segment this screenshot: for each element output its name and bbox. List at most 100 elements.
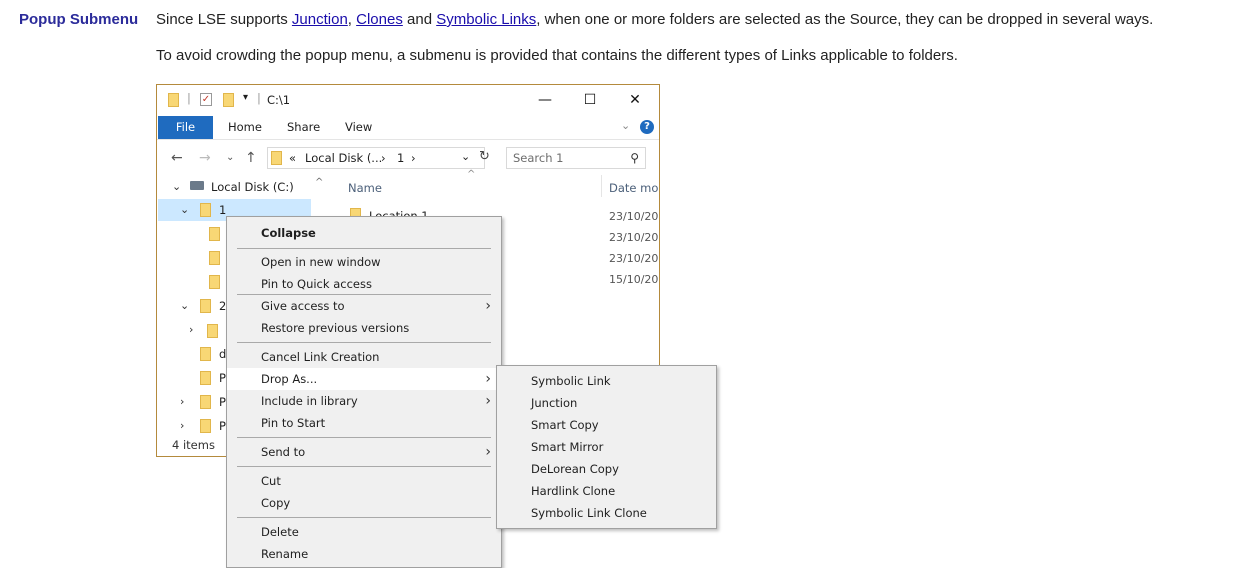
menu-item-collapse[interactable]: Collapse — [227, 222, 501, 244]
search-icon[interactable]: ⚲ — [630, 148, 639, 168]
back-arrow-icon[interactable]: ← — [171, 147, 183, 169]
menu-separator — [237, 342, 491, 343]
search-placeholder: Search 1 — [513, 151, 564, 165]
drop-as-submenu: Symbolic Link Junction Smart Copy Smart … — [496, 365, 717, 529]
menu-separator — [237, 466, 491, 467]
menu-separator — [237, 437, 491, 438]
paragraph-2: To avoid crowding the popup menu, a subm… — [156, 47, 958, 64]
address-dropdown-icon[interactable]: ⌄ — [461, 150, 470, 163]
minimize-button[interactable]: — — [525, 85, 565, 115]
breadcrumb-1[interactable]: 1 — [397, 151, 404, 165]
scroll-up-icon[interactable]: ^ — [315, 177, 323, 188]
folder-icon — [200, 395, 211, 409]
context-menu: Collapse Open in new window Pin to Quick… — [226, 216, 502, 568]
customize-dropdown-icon[interactable]: ▾ — [243, 92, 248, 103]
tree-item-local-disk[interactable]: Local Disk (C:) — [211, 180, 294, 194]
menu-item-label: Give access to — [261, 299, 345, 313]
up-arrow-icon[interactable]: ↑ — [245, 147, 257, 169]
submenu-item-delorean-copy[interactable]: DeLorean Copy — [497, 458, 716, 480]
address-bar[interactable]: « Local Disk (... › 1 › ⌄ — [267, 147, 485, 169]
window-title: C:\1 — [267, 93, 291, 107]
file-date: 23/10/201 — [609, 231, 659, 244]
folder-icon — [200, 299, 211, 313]
folder-icon — [168, 93, 179, 107]
new-folder-icon[interactable] — [223, 93, 234, 107]
maximize-button[interactable]: ☐ — [570, 85, 610, 115]
folder-icon — [200, 371, 211, 385]
chevron-down-icon[interactable]: ⌄ — [180, 299, 189, 312]
section-heading: Popup Submenu — [19, 11, 139, 28]
menu-item-pin-to-start[interactable]: Pin to Start — [227, 412, 501, 434]
tree-item-1[interactable]: 1 — [219, 203, 226, 217]
menu-item-delete[interactable]: Delete — [227, 521, 501, 543]
tree-item-p1[interactable]: P — [219, 371, 226, 385]
menu-separator — [237, 517, 491, 518]
divider: | — [257, 91, 261, 105]
menu-item-cut[interactable]: Cut — [227, 470, 501, 492]
chevron-right-icon: › — [485, 393, 491, 409]
sort-indicator-icon: ^ — [467, 169, 476, 180]
submenu-item-junction[interactable]: Junction — [497, 392, 716, 414]
search-input[interactable]: Search 1 ⚲ — [506, 147, 646, 169]
menu-item-pin-quick-access[interactable]: Pin to Quick access — [227, 273, 501, 295]
menu-item-cancel-link-creation[interactable]: Cancel Link Creation — [227, 346, 501, 368]
menu-item-give-access[interactable]: Give access to › — [227, 295, 501, 317]
tab-home[interactable]: Home — [228, 116, 262, 139]
refresh-icon[interactable]: ↻ — [479, 149, 490, 164]
forward-arrow-icon[interactable]: → — [199, 147, 211, 169]
menu-item-rename[interactable]: Rename — [227, 543, 501, 565]
folder-icon — [200, 419, 211, 433]
tree-item-p3[interactable]: P — [219, 419, 226, 433]
menu-item-include-library[interactable]: Include in library › — [227, 390, 501, 412]
menu-item-restore-versions[interactable]: Restore previous versions — [227, 317, 501, 339]
folder-icon — [209, 227, 220, 241]
menu-item-copy[interactable]: Copy — [227, 492, 501, 514]
submenu-item-symbolic-link[interactable]: Symbolic Link — [497, 370, 716, 392]
and-text: and — [402, 11, 437, 28]
recent-dropdown-icon[interactable]: ⌄ — [226, 147, 234, 169]
submenu-item-smart-mirror[interactable]: Smart Mirror — [497, 436, 716, 458]
symbolic-links-link[interactable]: Symbolic Links — [436, 11, 536, 28]
column-header-name[interactable]: Name — [348, 181, 382, 195]
help-icon[interactable]: ? — [640, 120, 654, 134]
folder-icon — [271, 151, 282, 165]
properties-icon[interactable]: ✓ — [200, 93, 212, 106]
chevron-right-icon[interactable]: › — [180, 419, 184, 432]
chevron-right-icon: › — [485, 444, 491, 460]
file-date: 23/10/201 — [609, 210, 659, 223]
breadcrumb-local-disk[interactable]: Local Disk (... — [305, 151, 382, 165]
close-button[interactable]: ✕ — [615, 85, 655, 115]
chevron-down-icon[interactable]: ⌄ — [172, 180, 181, 193]
menu-item-send-to[interactable]: Send to › — [227, 441, 501, 463]
file-date: 23/10/201 — [609, 252, 659, 265]
submenu-item-hardlink-clone[interactable]: Hardlink Clone — [497, 480, 716, 502]
tab-file[interactable]: File — [158, 116, 213, 139]
chevron-right-icon[interactable]: › — [189, 323, 193, 336]
menu-item-label: Include in library — [261, 394, 358, 408]
tree-item-p2[interactable]: P — [219, 395, 226, 409]
breadcrumb-separator[interactable]: › — [411, 151, 416, 165]
clones-link[interactable]: Clones — [356, 11, 403, 28]
comma-text: , — [347, 11, 357, 28]
link-folder-icon — [207, 324, 218, 338]
menu-item-drop-as[interactable]: Drop As... › — [227, 368, 501, 390]
chevron-down-icon[interactable]: ⌄ — [180, 203, 189, 216]
menu-item-open-new-window[interactable]: Open in new window — [227, 251, 501, 273]
status-item-count: 4 items — [172, 438, 215, 452]
tab-share[interactable]: Share — [287, 116, 320, 139]
junction-link[interactable]: Junction — [292, 11, 348, 28]
column-header-date[interactable]: Date moc — [609, 181, 659, 195]
chevron-right-icon: › — [485, 298, 491, 314]
expand-ribbon-icon[interactable]: ⌄ — [621, 119, 630, 132]
column-divider[interactable] — [601, 175, 602, 197]
breadcrumb-separator[interactable]: › — [381, 151, 386, 165]
overflow-icon[interactable]: « — [289, 151, 296, 165]
paragraph-1-tail: , when one or more folders are selected … — [536, 11, 1154, 28]
submenu-item-symbolic-link-clone[interactable]: Symbolic Link Clone — [497, 502, 716, 524]
submenu-item-smart-copy[interactable]: Smart Copy — [497, 414, 716, 436]
chevron-right-icon[interactable]: › — [180, 395, 184, 408]
folder-icon — [200, 347, 211, 361]
tab-view[interactable]: View — [345, 116, 372, 139]
title-bar: | ✓ ▾ | C:\1 — ☐ ✕ — [157, 85, 659, 115]
paragraph-1-text: Since LSE supports — [156, 11, 292, 28]
